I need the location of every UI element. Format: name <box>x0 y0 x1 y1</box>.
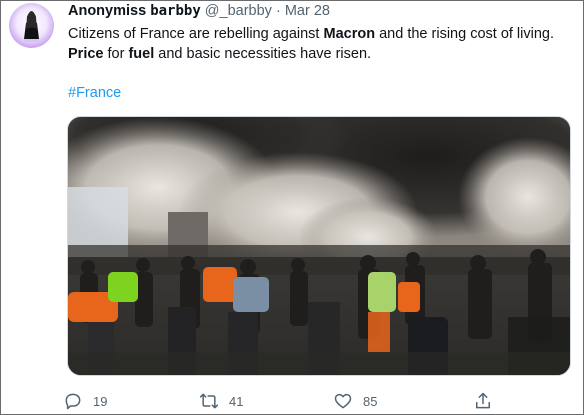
tweet-text-segment: and basic necessities have risen. <box>154 46 372 62</box>
tweet-text-segment: for <box>103 46 129 62</box>
tweet-text: Citizens of France are rebelling against… <box>68 24 574 64</box>
header-separator: · <box>275 3 281 19</box>
retweet-icon <box>199 391 219 411</box>
tweet-text-bold-price: Price <box>68 46 104 62</box>
display-name-plain: Anonymiss <box>68 3 151 19</box>
tweet-header: Anonymiss barbby @_barbby · Mar 28 <box>68 2 330 20</box>
display-name-styled: barbby <box>150 3 201 19</box>
tweet-timestamp[interactable]: Mar 28 <box>285 3 330 19</box>
display-name[interactable]: Anonymiss barbby <box>68 3 201 19</box>
reply-icon <box>63 391 83 411</box>
share-button[interactable] <box>473 390 493 412</box>
tweet-text-segment: and the rising cost of living. <box>375 26 555 42</box>
share-icon <box>473 391 493 411</box>
tweet-media-video[interactable] <box>67 116 571 376</box>
retweet-button[interactable]: 41 <box>199 390 243 412</box>
like-count: 85 <box>363 393 378 409</box>
tweet-text-segment: Citizens of France are rebelling against <box>68 26 324 42</box>
reply-button[interactable]: 19 <box>63 390 107 412</box>
avatar[interactable] <box>9 3 54 48</box>
avatar-figure-icon <box>24 11 39 42</box>
heart-icon <box>333 391 353 411</box>
protest-scene-image <box>68 117 570 375</box>
tweet-card[interactable]: Anonymiss barbby @_barbby · Mar 28 Citiz… <box>0 0 584 415</box>
like-button[interactable]: 85 <box>333 390 377 412</box>
tweet-text-bold-fuel: fuel <box>128 46 155 62</box>
user-handle[interactable]: @_barbby <box>205 3 272 19</box>
tweet-actions: 19 41 85 <box>63 390 503 412</box>
retweet-count: 41 <box>229 393 244 409</box>
reply-count: 19 <box>93 393 108 409</box>
tweet-text-bold-macron: Macron <box>323 26 376 42</box>
hashtag-link[interactable]: #France <box>68 83 121 103</box>
